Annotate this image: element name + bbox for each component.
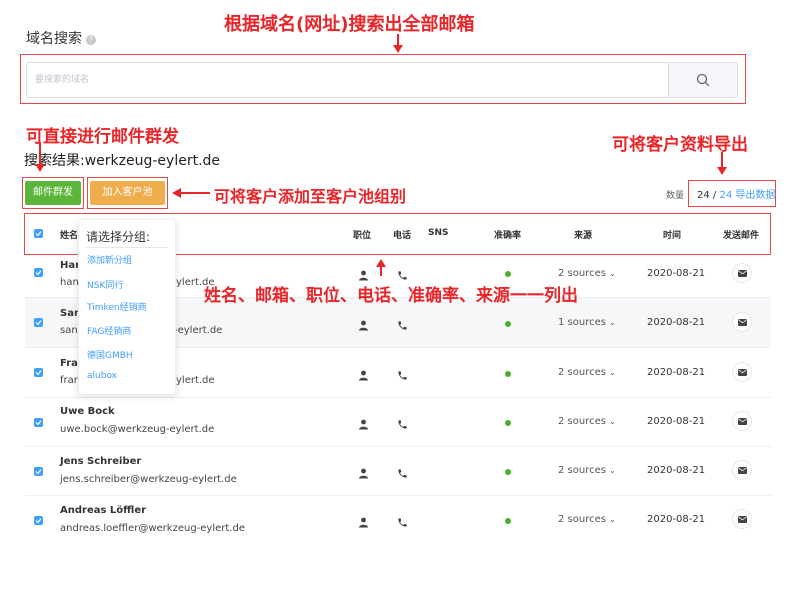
annotation-arrows (35, 34, 727, 276)
